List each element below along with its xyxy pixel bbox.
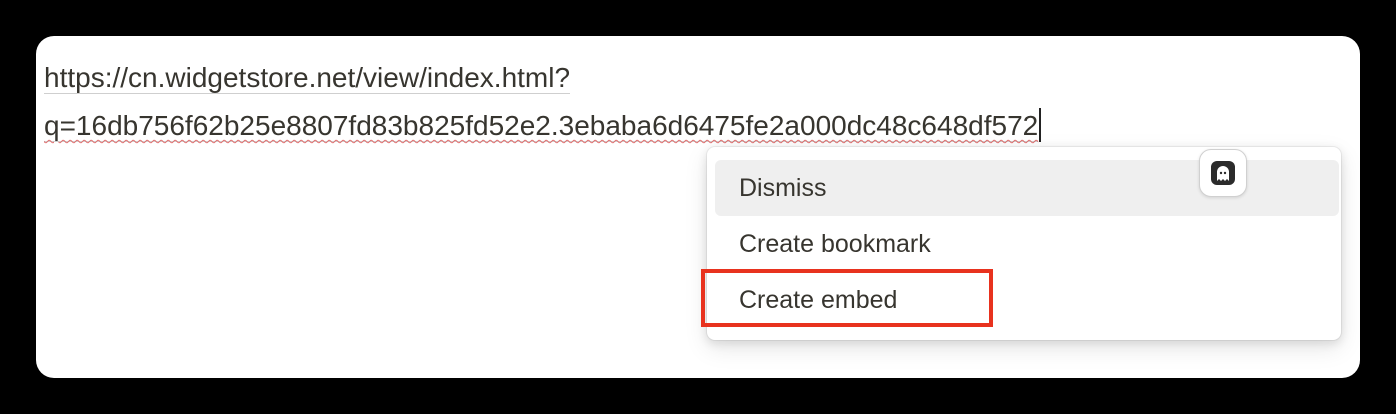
url-line-2: q=16db756f62b25e8807fd83b825fd52e2.3ebab… bbox=[44, 102, 1344, 150]
editor-card: https://cn.widgetstore.net/view/index.ht… bbox=[36, 36, 1360, 378]
extension-button[interactable] bbox=[1199, 149, 1247, 197]
url-text-block[interactable]: https://cn.widgetstore.net/view/index.ht… bbox=[44, 54, 1344, 150]
menu-item-create-bookmark[interactable]: Create bookmark bbox=[715, 216, 1339, 272]
text-caret bbox=[1039, 108, 1042, 142]
menu-item-create-embed[interactable]: Create embed bbox=[715, 272, 1339, 328]
ghost-extension-icon bbox=[1211, 161, 1235, 185]
url-link-text-2[interactable]: q=16db756f62b25e8807fd83b825fd52e2.3ebab… bbox=[44, 110, 1039, 142]
url-line-1: https://cn.widgetstore.net/view/index.ht… bbox=[44, 54, 1344, 102]
url-link-text-1[interactable]: https://cn.widgetstore.net/view/index.ht… bbox=[44, 62, 571, 94]
